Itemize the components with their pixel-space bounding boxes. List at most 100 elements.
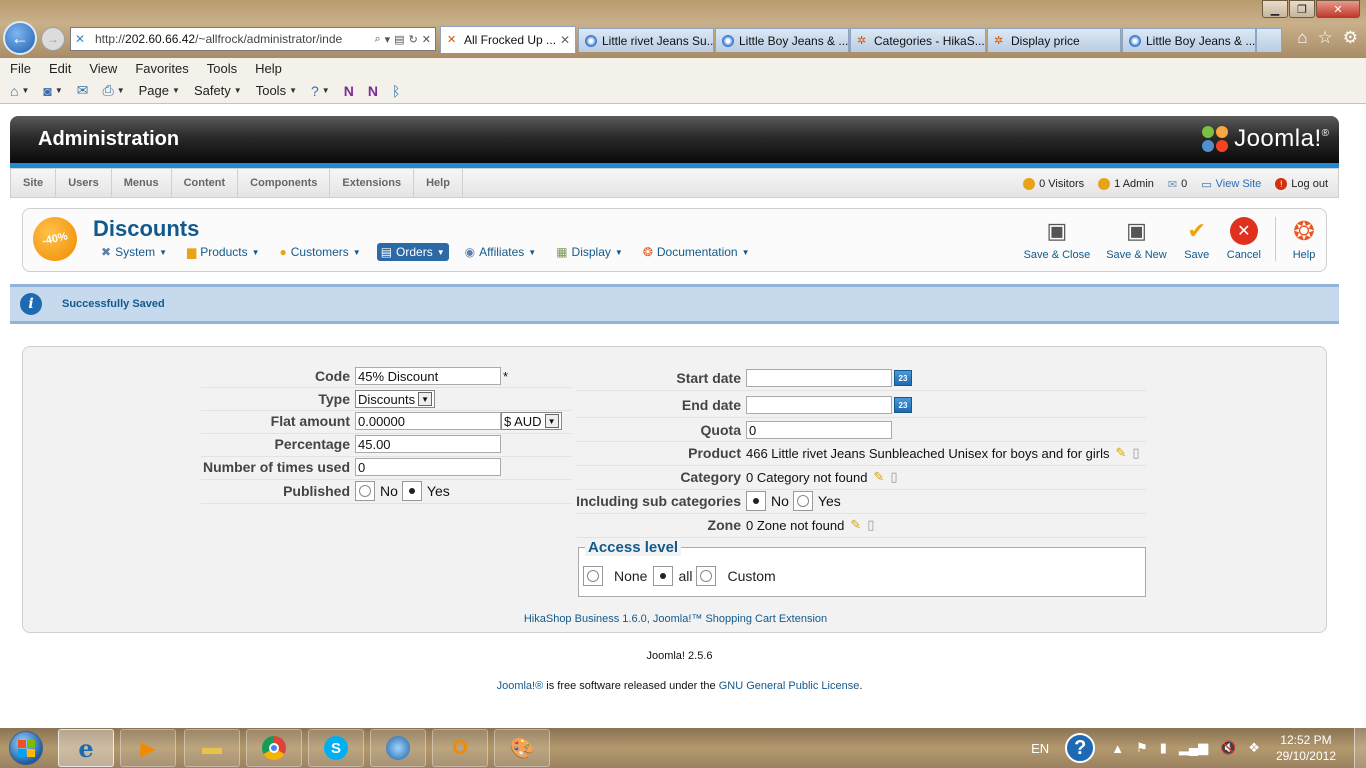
- help-cmd-button[interactable]: ? ▼: [311, 83, 330, 99]
- subcat-yes-radio[interactable]: [792, 491, 813, 511]
- safety-cmd-button[interactable]: Safety ▼: [194, 83, 242, 98]
- save-close-button[interactable]: ▣ Save & Close: [1024, 217, 1091, 261]
- hika-menu-orders[interactable]: ▤ Orders ▼: [376, 243, 449, 261]
- new-tab-button[interactable]: [1256, 28, 1282, 52]
- refresh-icon[interactable]: ↻: [409, 33, 418, 46]
- browser-tab[interactable]: Little rivet Jeans Su...: [578, 28, 714, 52]
- admin-menu-content[interactable]: Content: [172, 168, 239, 198]
- tools-cmd-button[interactable]: Tools ▼: [256, 83, 297, 98]
- access-custom-radio[interactable]: [696, 566, 717, 586]
- joomla-link[interactable]: Joomla!®: [497, 680, 544, 692]
- end-date-input[interactable]: [746, 396, 892, 414]
- calendar-icon[interactable]: 23: [894, 370, 912, 386]
- home-cmd-button[interactable]: ⌂ ▼: [10, 83, 29, 99]
- taskbar-media[interactable]: ▶: [120, 729, 176, 767]
- published-no-radio[interactable]: [355, 481, 375, 501]
- save-new-button[interactable]: ▣ Save & New: [1106, 217, 1167, 261]
- help-button[interactable]: ❂ Help: [1275, 216, 1318, 261]
- stop-icon[interactable]: ✕: [422, 33, 431, 46]
- currency-select[interactable]: $ AUD ▼: [501, 412, 562, 430]
- menu-view[interactable]: View: [89, 61, 117, 76]
- search-icon[interactable]: ⌕: [374, 33, 380, 46]
- browser-tab[interactable]: ✲ Display price: [987, 28, 1121, 52]
- show-hidden-icons-arrow-icon[interactable]: ▲: [1111, 741, 1124, 756]
- hika-menu-documentation[interactable]: ❂ Documentation ▼: [639, 243, 754, 261]
- percentage-input[interactable]: 45.00: [355, 435, 501, 453]
- browser-tab[interactable]: ✲ Categories - HikaS...: [850, 28, 986, 52]
- access-all-radio[interactable]: [653, 566, 674, 586]
- logout-link[interactable]: ! Log out: [1275, 178, 1328, 190]
- taskbar-itunes[interactable]: [370, 729, 426, 767]
- menu-edit[interactable]: Edit: [49, 61, 71, 76]
- maximize-button[interactable]: ❐: [1289, 0, 1315, 18]
- print-cmd-button[interactable]: ⎙ ▼: [103, 82, 125, 99]
- back-button[interactable]: ←: [3, 21, 37, 55]
- hika-menu-affiliates[interactable]: ◉ Affiliates ▼: [461, 243, 541, 261]
- close-window-button[interactable]: ✕: [1316, 0, 1360, 18]
- tab-close-icon[interactable]: ✕: [556, 33, 570, 47]
- language-indicator[interactable]: EN: [1031, 741, 1049, 756]
- published-yes-radio[interactable]: [401, 481, 422, 501]
- start-date-input[interactable]: [746, 369, 892, 387]
- address-bar[interactable]: ✕ http://202.60.66.42/~allfrock/administ…: [70, 27, 436, 51]
- minimize-button[interactable]: ▁: [1262, 0, 1288, 18]
- delete-zone-icon[interactable]: ▯: [867, 517, 874, 533]
- network-signal-icon[interactable]: ▂▄▆: [1179, 740, 1208, 756]
- dropbox-icon[interactable]: ❖: [1248, 740, 1260, 756]
- onenote-button[interactable]: N: [344, 83, 354, 99]
- menu-file[interactable]: File: [10, 61, 31, 76]
- hika-menu-system[interactable]: ✖ System ▼: [97, 243, 171, 261]
- subcat-no-radio[interactable]: [746, 491, 766, 511]
- hikashop-footer-link[interactable]: HikaShop Business 1.6.0, Joomla!™ Shoppi…: [23, 613, 1328, 625]
- admin-menu-extensions[interactable]: Extensions: [330, 168, 415, 198]
- onenote-send-button[interactable]: N: [368, 83, 378, 99]
- messages-link[interactable]: ✉ 0: [1168, 178, 1187, 191]
- access-none-radio[interactable]: [583, 566, 603, 586]
- bluetooth-button[interactable]: ᛒ: [392, 83, 400, 99]
- menu-tools[interactable]: Tools: [207, 61, 237, 76]
- device-icon[interactable]: ▮: [1160, 740, 1167, 756]
- hika-menu-customers[interactable]: ● Customers ▼: [276, 243, 365, 261]
- menu-help[interactable]: Help: [255, 61, 282, 76]
- show-desktop-button[interactable]: [1354, 728, 1366, 768]
- gpl-link[interactable]: GNU General Public License: [719, 680, 860, 692]
- flat-amount-input[interactable]: 0.00000: [355, 412, 501, 430]
- favorites-star-icon[interactable]: ☆: [1318, 28, 1333, 48]
- compat-view-icon[interactable]: ▤: [394, 33, 404, 46]
- hika-menu-products[interactable]: ▆ Products ▼: [183, 243, 264, 261]
- admin-menu-users[interactable]: Users: [56, 168, 112, 198]
- browser-tab-active[interactable]: ✕ All Frocked Up ... ✕: [440, 26, 576, 53]
- home-icon[interactable]: ⌂: [1297, 28, 1307, 48]
- calendar-icon[interactable]: 23: [894, 397, 912, 413]
- browser-tab[interactable]: Little Boy Jeans & ...: [1122, 28, 1256, 52]
- forward-button[interactable]: →: [41, 27, 65, 51]
- taskbar-chrome[interactable]: [246, 729, 302, 767]
- taskbar-paint[interactable]: 🎨: [494, 729, 550, 767]
- action-center-flag-icon[interactable]: ⚑: [1136, 740, 1148, 756]
- edit-product-icon[interactable]: ✎: [1115, 445, 1126, 461]
- type-select[interactable]: Discounts ▼: [355, 390, 436, 408]
- taskbar-outlook[interactable]: O: [432, 729, 488, 767]
- volume-muted-icon[interactable]: 🔇: [1220, 740, 1236, 756]
- cancel-button[interactable]: ✕ Cancel: [1227, 217, 1261, 261]
- taskbar-skype[interactable]: S: [308, 729, 364, 767]
- admin-menu-components[interactable]: Components: [238, 168, 331, 198]
- hika-menu-display[interactable]: ▦ Display ▼: [552, 243, 627, 261]
- times-used-input[interactable]: 0: [355, 458, 501, 476]
- admin-menu-menus[interactable]: Menus: [112, 168, 172, 198]
- taskbar-clock[interactable]: 12:52 PM 29/10/2012: [1276, 732, 1336, 764]
- taskbar-explorer[interactable]: ▬: [184, 729, 240, 767]
- help-tray-icon[interactable]: ?: [1065, 733, 1096, 763]
- quota-input[interactable]: 0: [746, 421, 892, 439]
- edit-category-icon[interactable]: ✎: [873, 469, 884, 485]
- feeds-cmd-button[interactable]: ◙ ▼: [43, 83, 62, 99]
- menu-favorites[interactable]: Favorites: [135, 61, 188, 76]
- dropdown-arrow-icon[interactable]: ▾: [385, 33, 391, 46]
- edit-zone-icon[interactable]: ✎: [850, 517, 861, 533]
- code-input[interactable]: 45% Discount: [355, 367, 501, 385]
- delete-product-icon[interactable]: ▯: [1132, 445, 1139, 461]
- admin-menu-help[interactable]: Help: [414, 168, 463, 198]
- view-site-link[interactable]: ▭ View Site: [1201, 178, 1261, 191]
- taskbar-ie[interactable]: e: [58, 729, 114, 767]
- settings-gear-icon[interactable]: ⚙: [1343, 28, 1358, 48]
